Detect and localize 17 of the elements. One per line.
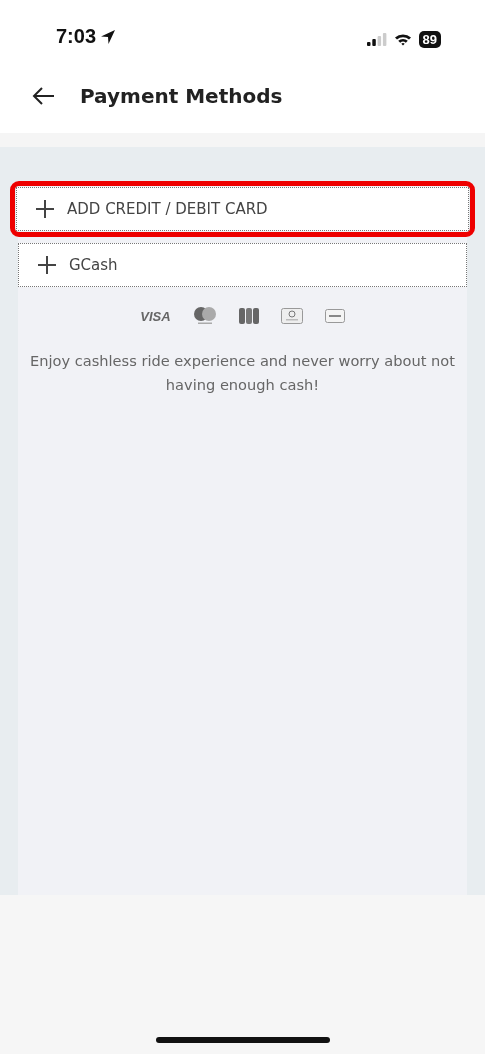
mastercard-logo-icon: [192, 307, 217, 325]
wifi-icon: [393, 33, 412, 46]
location-arrow-icon: [100, 28, 117, 45]
plus-icon: [37, 255, 57, 275]
info-message: Enjoy cashless ride experience and never worry about not having enough cash!: [29, 351, 456, 395]
payment-option[interactable]: ADD CREDIT / DEBIT CARD: [16, 187, 469, 231]
status-time: 7:03: [56, 25, 97, 48]
battery-icon: 89: [418, 31, 441, 48]
diners-card-icon: [280, 308, 303, 324]
visa-logo: VISA: [140, 308, 171, 324]
page-title: Payment Methods: [80, 83, 283, 108]
plus-icon: [35, 199, 55, 219]
signal-icon: [366, 33, 387, 46]
back-arrow-icon[interactable]: [32, 85, 56, 106]
discover-card-icon: [324, 309, 345, 323]
jcb-logo-icon: [238, 308, 259, 324]
payment-option[interactable]: GCash: [18, 243, 467, 287]
